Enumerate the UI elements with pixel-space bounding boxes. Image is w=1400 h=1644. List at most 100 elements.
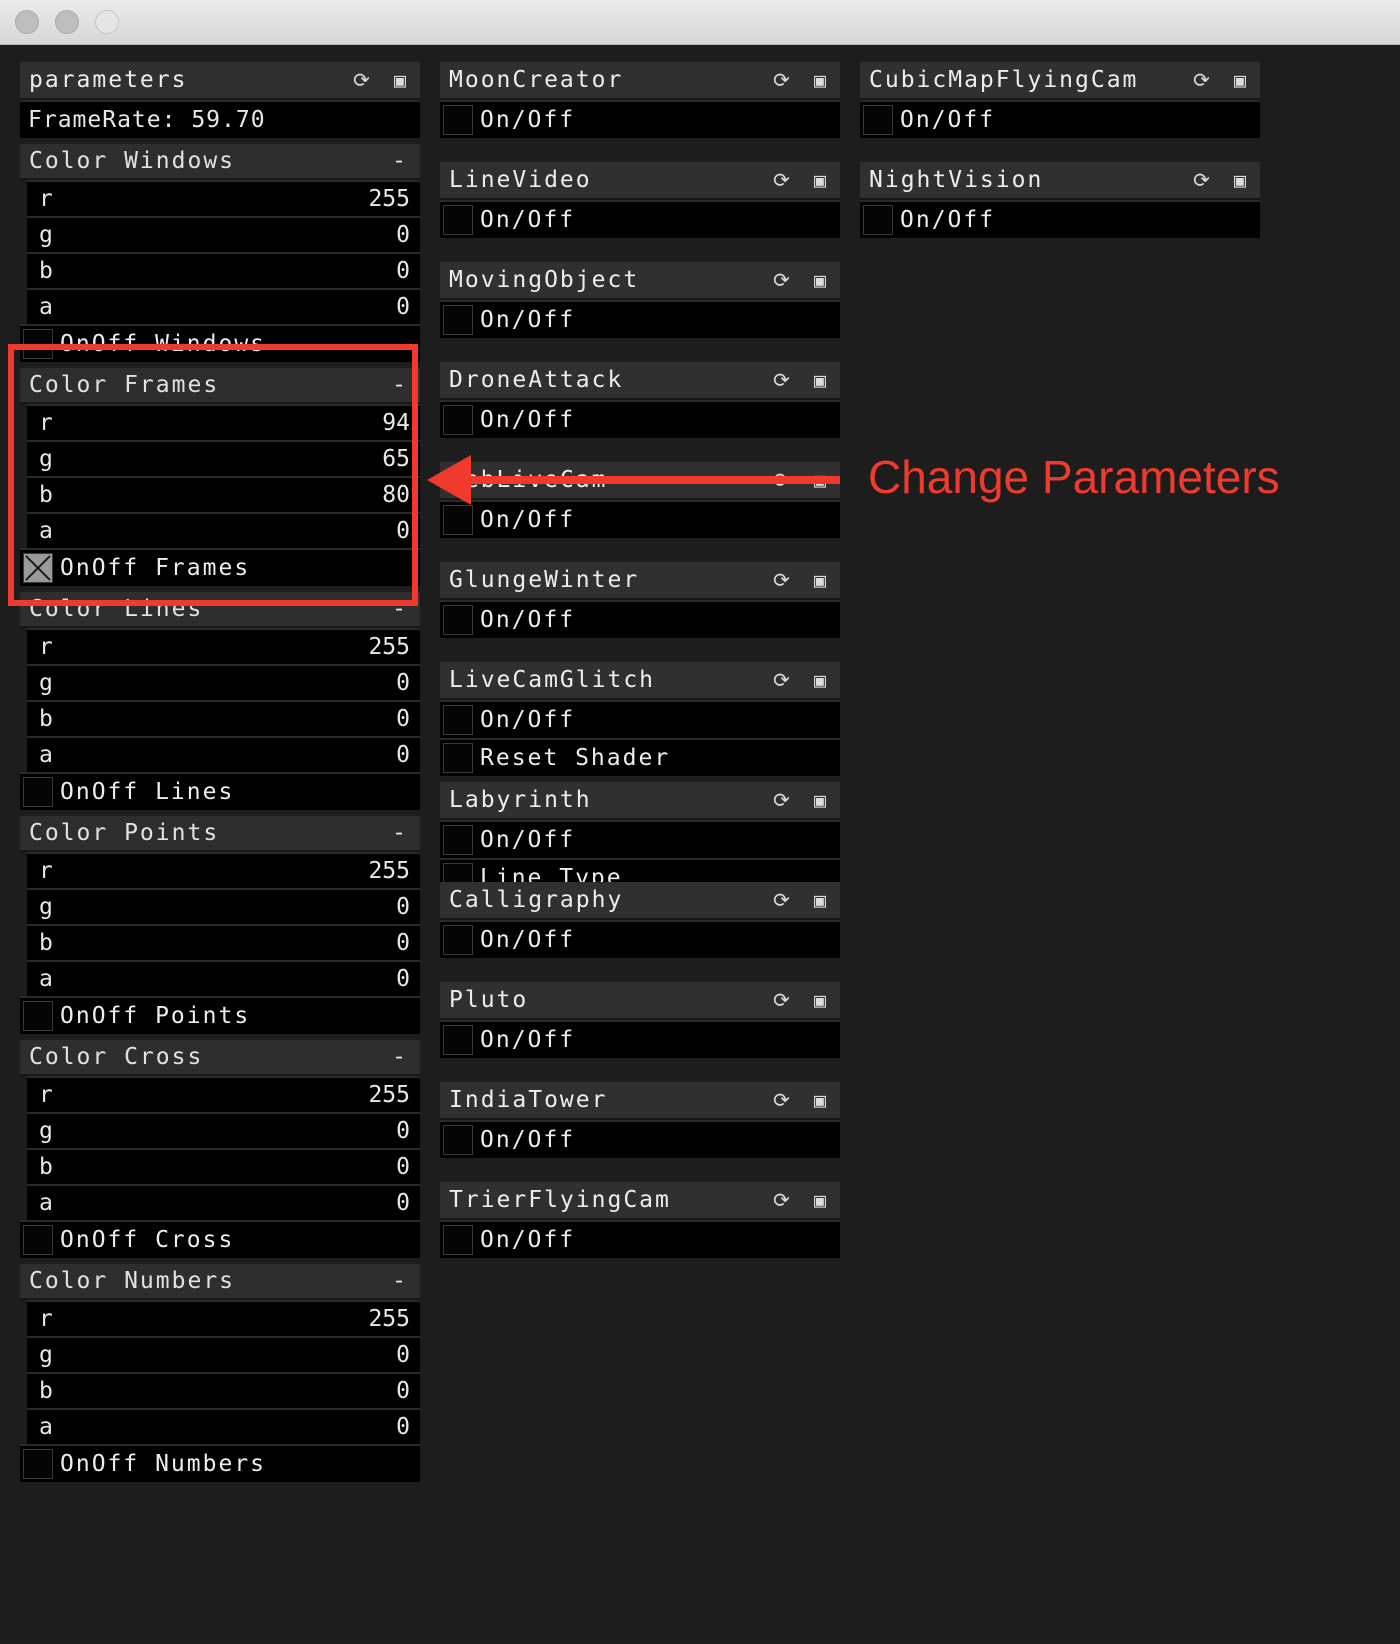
- toggle-row[interactable]: Reset Shader: [440, 738, 840, 776]
- reload-save-icons[interactable]: ⟳ ▣: [773, 782, 832, 818]
- slider-g[interactable]: g 65: [27, 440, 420, 476]
- slider-g[interactable]: g0: [27, 664, 420, 700]
- checkbox[interactable]: [23, 553, 53, 583]
- reload-save-icons[interactable]: ⟳ ▣: [773, 62, 832, 98]
- reload-save-icons[interactable]: ⟳ ▣: [773, 882, 832, 918]
- checkbox[interactable]: [443, 825, 473, 855]
- scene-panel-header[interactable]: Labyrinth ⟳ ▣: [440, 782, 840, 820]
- minimize-window-button[interactable]: [55, 10, 79, 34]
- checkbox[interactable]: [443, 1125, 473, 1155]
- toggle-row[interactable]: OnOff Points: [20, 996, 420, 1034]
- scene-panel-header[interactable]: LineVideo ⟳ ▣: [440, 162, 840, 200]
- slider-g[interactable]: g0: [27, 216, 420, 252]
- collapse-icon[interactable]: -: [392, 1040, 408, 1074]
- slider-b[interactable]: b 80: [27, 476, 420, 512]
- scene-panel-header[interactable]: Calligraphy ⟳ ▣: [440, 882, 840, 920]
- checkbox[interactable]: [443, 705, 473, 735]
- toggle-row[interactable]: On/Off: [860, 100, 1260, 138]
- reload-save-icons[interactable]: ⟳ ▣: [773, 362, 832, 398]
- close-window-button[interactable]: [15, 10, 39, 34]
- reload-save-icons[interactable]: ⟳ ▣: [773, 562, 832, 598]
- reload-save-icons[interactable]: ⟳ ▣: [773, 162, 832, 198]
- slider-g[interactable]: g0: [27, 1336, 420, 1372]
- slider-a[interactable]: a0: [27, 1408, 420, 1444]
- checkbox[interactable]: [443, 105, 473, 135]
- scene-panel-header[interactable]: CubicMapFlyingCam ⟳ ▣: [860, 62, 1260, 100]
- slider-b[interactable]: b0: [27, 1148, 420, 1184]
- checkbox[interactable]: [443, 205, 473, 235]
- scene-panel-header[interactable]: Pluto ⟳ ▣: [440, 982, 840, 1020]
- param-group-header[interactable]: Color Lines -: [20, 592, 420, 628]
- slider-r[interactable]: r 255: [27, 1076, 420, 1112]
- reload-save-icons[interactable]: ⟳ ▣: [1193, 162, 1252, 198]
- slider-r[interactable]: r 255: [27, 1300, 420, 1336]
- slider-b[interactable]: b0: [27, 252, 420, 288]
- param-group-header[interactable]: Color Windows -: [20, 144, 420, 180]
- toggle-row[interactable]: OnOff Cross: [20, 1220, 420, 1258]
- toggle-row[interactable]: On/Off: [440, 300, 840, 338]
- scene-panel-header[interactable]: MovingObject ⟳ ▣: [440, 262, 840, 300]
- toggle-row[interactable]: On/Off: [440, 820, 840, 858]
- checkbox[interactable]: [443, 1225, 473, 1255]
- reload-save-icons[interactable]: ⟳ ▣: [773, 662, 832, 698]
- checkbox[interactable]: [863, 205, 893, 235]
- checkbox[interactable]: [443, 405, 473, 435]
- scene-panel-header[interactable]: IndiaTower ⟳ ▣: [440, 1082, 840, 1120]
- zoom-window-button[interactable]: [95, 10, 119, 34]
- scene-panel-header[interactable]: LiveCamGlitch ⟳ ▣: [440, 662, 840, 700]
- checkbox[interactable]: [863, 105, 893, 135]
- slider-b[interactable]: b0: [27, 700, 420, 736]
- toggle-row[interactable]: OnOff Numbers: [20, 1444, 420, 1482]
- checkbox[interactable]: [23, 329, 53, 359]
- scene-panel-header[interactable]: GlungeWinter ⟳ ▣: [440, 562, 840, 600]
- checkbox[interactable]: [443, 505, 473, 535]
- toggle-row[interactable]: On/Off: [440, 500, 840, 538]
- slider-a[interactable]: a0: [27, 1184, 420, 1220]
- param-group-header[interactable]: Color Points -: [20, 816, 420, 852]
- toggle-row[interactable]: On/Off: [440, 200, 840, 238]
- reload-save-icons[interactable]: ⟳ ▣: [773, 1082, 832, 1118]
- toggle-row[interactable]: On/Off: [440, 1020, 840, 1058]
- reload-save-icons[interactable]: ⟳ ▣: [773, 1182, 832, 1218]
- param-group-header[interactable]: Color Cross -: [20, 1040, 420, 1076]
- scene-panel-header[interactable]: DroneAttack ⟳ ▣: [440, 362, 840, 400]
- slider-a[interactable]: a0: [27, 288, 420, 324]
- toggle-row[interactable]: On/Off: [440, 700, 840, 738]
- parameters-panel-header[interactable]: parameters ⟳ ▣: [20, 62, 420, 100]
- checkbox[interactable]: [443, 743, 473, 773]
- checkbox[interactable]: [23, 1449, 53, 1479]
- slider-r[interactable]: r 255: [27, 628, 420, 664]
- toggle-row[interactable]: On/Off: [440, 400, 840, 438]
- slider-r[interactable]: r 255: [27, 180, 420, 216]
- toggle-row[interactable]: On/Off: [440, 920, 840, 958]
- checkbox[interactable]: [443, 925, 473, 955]
- slider-b[interactable]: b0: [27, 1372, 420, 1408]
- checkbox[interactable]: [443, 1025, 473, 1055]
- slider-a[interactable]: a0: [27, 960, 420, 996]
- collapse-icon[interactable]: -: [392, 368, 408, 402]
- checkbox[interactable]: [23, 1001, 53, 1031]
- toggle-row[interactable]: OnOff Lines: [20, 772, 420, 810]
- scene-panel-header[interactable]: TrierFlyingCam ⟳ ▣: [440, 1182, 840, 1220]
- slider-r[interactable]: r 255: [27, 852, 420, 888]
- collapse-icon[interactable]: -: [392, 592, 408, 626]
- reload-save-icons[interactable]: ⟳ ▣: [1193, 62, 1252, 98]
- slider-r[interactable]: r 94: [27, 404, 420, 440]
- scene-panel-header[interactable]: NightVision ⟳ ▣: [860, 162, 1260, 200]
- toggle-row[interactable]: On/Off: [440, 1220, 840, 1258]
- slider-a[interactable]: a0: [27, 736, 420, 772]
- slider-a[interactable]: a0: [27, 512, 420, 548]
- checkbox[interactable]: [23, 777, 53, 807]
- toggle-row[interactable]: On/Off: [440, 1120, 840, 1158]
- checkbox[interactable]: [443, 305, 473, 335]
- scene-panel-header[interactable]: MoonCreator ⟳ ▣: [440, 62, 840, 100]
- toggle-row[interactable]: On/Off: [440, 100, 840, 138]
- checkbox[interactable]: [23, 1225, 53, 1255]
- param-group-header[interactable]: Color Frames -: [20, 368, 420, 404]
- collapse-icon[interactable]: -: [392, 816, 408, 850]
- param-group-header[interactable]: Color Numbers -: [20, 1264, 420, 1300]
- collapse-icon[interactable]: -: [392, 1264, 408, 1298]
- reload-save-icons[interactable]: ⟳ ▣: [773, 262, 832, 298]
- slider-g[interactable]: g0: [27, 1112, 420, 1148]
- toggle-row[interactable]: On/Off: [440, 600, 840, 638]
